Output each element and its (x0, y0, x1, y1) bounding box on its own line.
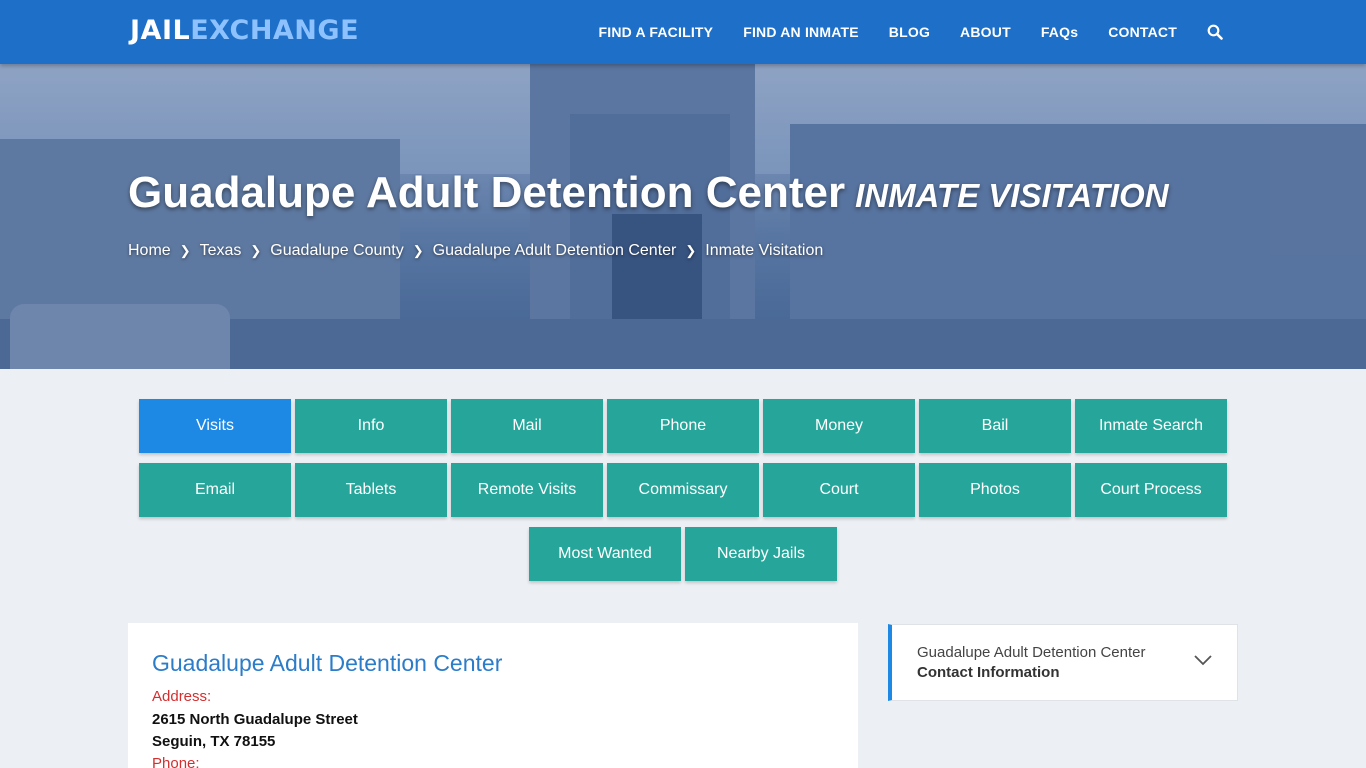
facility-name: Guadalupe Adult Detention Center (152, 650, 503, 676)
nav-about[interactable]: ABOUT (960, 24, 1011, 40)
breadcrumb-facility[interactable]: Guadalupe Adult Detention Center (433, 242, 677, 260)
nav-contact[interactable]: CONTACT (1108, 24, 1177, 40)
tab-mail[interactable]: Mail (451, 399, 603, 453)
logo-part-jail: JAIL (130, 15, 191, 46)
hero-banner: Guadalupe Adult Detention Center INMATE V… (0, 64, 1366, 369)
logo-part-exchange: EXCHANGE (190, 15, 360, 46)
site-logo[interactable]: JAILEXCHANGE (130, 15, 359, 46)
tab-visits[interactable]: Visits (139, 399, 291, 453)
chevron-right-icon: ❯ (179, 243, 191, 258)
tab-money[interactable]: Money (763, 399, 915, 453)
nav-find-inmate[interactable]: FIND AN INMATE (743, 24, 859, 40)
page-title-sub: INMATE VISITATION (855, 177, 1169, 214)
page-title-main: Guadalupe Adult Detention Center (128, 168, 846, 217)
tab-tablets[interactable]: Tablets (295, 463, 447, 517)
breadcrumb-state[interactable]: Texas (200, 242, 242, 260)
chevron-down-icon[interactable] (1193, 653, 1213, 667)
page-title: Guadalupe Adult Detention Center INMATE V… (128, 168, 1169, 218)
phone-label: Phone: (152, 755, 200, 768)
facility-info-card: Guadalupe Adult Detention Center Address… (128, 623, 858, 768)
breadcrumb-home[interactable]: Home (128, 242, 171, 260)
tab-email[interactable]: Email (139, 463, 291, 517)
breadcrumb-county[interactable]: Guadalupe County (270, 242, 403, 260)
tab-most-wanted[interactable]: Most Wanted (529, 527, 681, 581)
chevron-right-icon: ❯ (412, 243, 424, 258)
tab-remote-visits[interactable]: Remote Visits (451, 463, 603, 517)
tab-photos[interactable]: Photos (919, 463, 1071, 517)
tab-court[interactable]: Court (763, 463, 915, 517)
address-line-2: Seguin, TX 78155 (152, 733, 276, 750)
breadcrumb: Home ❯ Texas ❯ Guadalupe County ❯ Guadal… (128, 242, 823, 260)
nav-faqs[interactable]: FAQs (1041, 24, 1078, 40)
tab-nearby-jails[interactable]: Nearby Jails (685, 527, 837, 581)
nav-blog[interactable]: BLOG (889, 24, 930, 40)
tab-commissary[interactable]: Commissary (607, 463, 759, 517)
main-nav: FIND A FACILITY FIND AN INMATE BLOG ABOU… (568, 0, 1223, 64)
breadcrumb-current: Inmate Visitation (705, 242, 824, 259)
tab-bail[interactable]: Bail (919, 399, 1071, 453)
address-line-1: 2615 North Guadalupe Street (152, 711, 358, 728)
contact-info-accordion[interactable]: Guadalupe Adult Detention Center Contact… (888, 624, 1238, 701)
tab-inmate-search[interactable]: Inmate Search (1075, 399, 1227, 453)
nav-find-facility[interactable]: FIND A FACILITY (598, 24, 713, 40)
chevron-right-icon: ❯ (685, 243, 697, 258)
accordion-heading: Contact Information (917, 664, 1060, 681)
tab-info[interactable]: Info (295, 399, 447, 453)
top-navbar: JAILEXCHANGE FIND A FACILITY FIND AN INM… (0, 0, 1366, 64)
tab-phone[interactable]: Phone (607, 399, 759, 453)
search-icon[interactable] (1207, 24, 1223, 40)
accordion-facility-name: Guadalupe Adult Detention Center (917, 644, 1146, 661)
chevron-right-icon: ❯ (250, 243, 262, 258)
address-label: Address: (152, 688, 212, 705)
tab-court-process[interactable]: Court Process (1075, 463, 1227, 517)
